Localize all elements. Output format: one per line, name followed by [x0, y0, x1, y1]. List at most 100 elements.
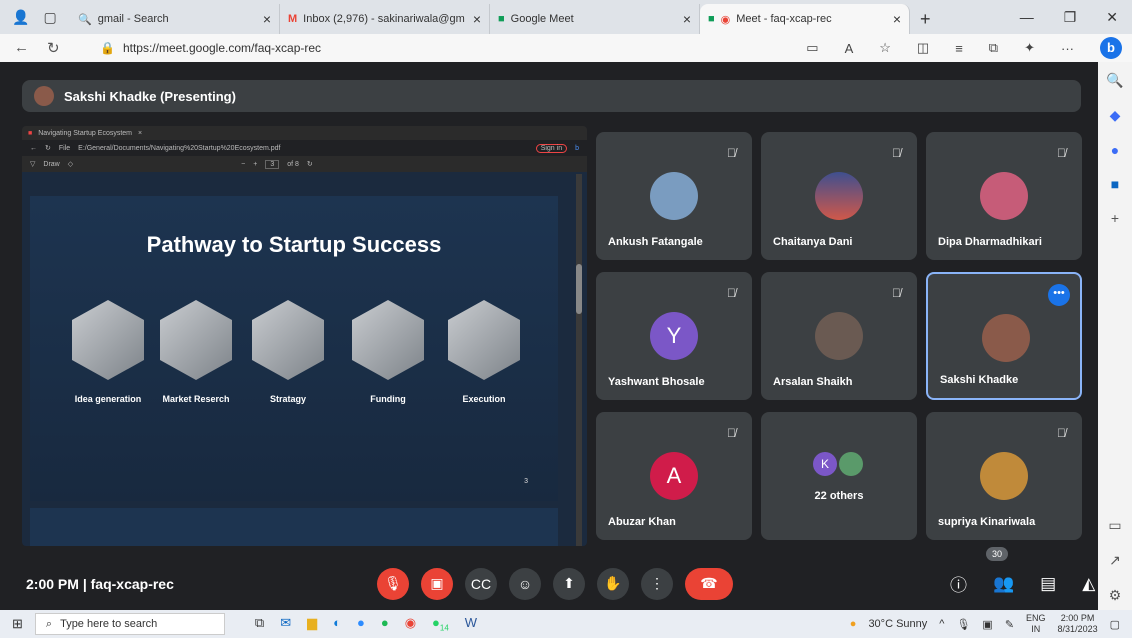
close-icon[interactable]: × [683, 11, 691, 27]
word-icon[interactable]: W [465, 615, 477, 633]
close-icon[interactable]: × [473, 11, 481, 27]
mic-toggle-button[interactable]: 🎙 [377, 567, 409, 600]
slide-page-number: 3 [524, 478, 528, 485]
tab-title: Meet - faq-xcap-rec [736, 13, 832, 25]
pen-icon[interactable]: ✎ [1005, 618, 1014, 631]
scroll-thumb [576, 264, 582, 314]
mic-muted-icon: 🎙̸ [727, 426, 736, 440]
hex-image-strategy [252, 300, 324, 380]
avatar [839, 452, 863, 476]
others-tile[interactable]: K 22 others [761, 412, 917, 540]
clock-date: 8/31/2023 [1057, 624, 1098, 634]
taskbar-search[interactable]: ⌕ Type here to search [34, 613, 225, 635]
whatsapp-badge: 14 [439, 623, 449, 633]
refresh-icon[interactable]: ↻ [47, 39, 60, 57]
slide: Pathway to Startup Success Idea generati… [30, 196, 558, 501]
tab-title: gmail - Search [97, 13, 169, 25]
bing-icon[interactable]: b [1100, 37, 1122, 59]
leave-call-button[interactable]: ☎ [685, 567, 733, 600]
favorite-icon[interactable]: ☆ [879, 40, 891, 56]
minimize-button[interactable]: — [1020, 9, 1034, 25]
participant-tile[interactable]: 🎙̸ Arsalan Shaikh [761, 272, 917, 400]
participant-tile-active[interactable]: ••• Sakshi Khadke [926, 272, 1082, 400]
favorites-icon[interactable]: ≡ [955, 41, 963, 56]
mail-icon[interactable]: ✉ [280, 615, 291, 633]
captions-button[interactable]: CC [465, 567, 497, 600]
activities-icon[interactable]: ◭ [1082, 574, 1095, 594]
outlook-icon[interactable]: ■ [1111, 176, 1119, 192]
participant-tile[interactable]: 🎙̸ Ankush Fatangale [596, 132, 752, 260]
tab-meet-active[interactable]: ■ ◉ Meet - faq-xcap-rec × [700, 4, 910, 34]
browser-toolbar: ▭ A ☆ ◫ ≡ ⧉ ✦ ··· b [806, 37, 1132, 59]
settings-icon[interactable]: ⚙ [1109, 587, 1122, 604]
more-icon[interactable]: ··· [1061, 41, 1074, 56]
participant-tile[interactable]: 🎙̸ supriya Kinariwala [926, 412, 1082, 540]
emoji-button[interactable]: ☺ [509, 567, 541, 600]
weather-icon[interactable]: ● [850, 618, 857, 630]
zoom-icon[interactable]: ● [357, 615, 365, 633]
tab-gmail-inbox[interactable]: M Inbox (2,976) - sakinariwala@gm × [280, 4, 490, 34]
tools-icon[interactable]: ● [1111, 142, 1119, 158]
people-icon[interactable]: 👥 [993, 574, 1014, 594]
language-indicator[interactable]: ENG IN [1026, 613, 1046, 635]
taskbar-clock[interactable]: 2:00 PM 8/31/2023 [1058, 613, 1098, 635]
file-explorer-icon[interactable]: ▆ [307, 615, 317, 633]
close-icon[interactable]: × [263, 11, 271, 27]
sidebar-bottom: ▭ ↗ ⚙ [1108, 517, 1121, 610]
chat-icon[interactable]: ▤ [1040, 574, 1056, 594]
chrome-icon[interactable]: ◉ [405, 615, 416, 633]
windows-start-icon[interactable]: ⊞ [12, 616, 23, 632]
meeting-control-bar: 2:00 PM | faq-xcap-rec 🎙 ▣ CC ☺ ⬆ ✋ ⋮ ☎ … [0, 547, 1098, 610]
collections-icon[interactable]: ⧉ [989, 40, 998, 56]
task-view-icon[interactable]: ⧉ [255, 615, 264, 633]
pdf-tab-title: Navigating Startup Ecosystem [38, 129, 132, 137]
meeting-side-controls: ⓘ 👥 ▤ ◭ [950, 571, 1095, 596]
participant-tile[interactable]: 🎙̸ Y Yashwant Bhosale [596, 272, 752, 400]
present-button[interactable]: ⬆ [553, 567, 585, 600]
weather-text[interactable]: 30°C Sunny [868, 618, 927, 630]
call-controls: 🎙 ▣ CC ☺ ⬆ ✋ ⋮ ☎ [377, 567, 733, 600]
clock-time: 2:00 PM [1060, 613, 1095, 623]
profile-icon[interactable]: 👤 [12, 9, 29, 26]
avatar: A [650, 452, 698, 500]
camera-toggle-button[interactable]: ▣ [421, 567, 453, 600]
chevron-up-icon[interactable]: ^ [939, 618, 944, 630]
participant-tile[interactable]: 🎙̸ Dipa Dharmadhikari [926, 132, 1082, 260]
search-icon[interactable]: 🔍 [1106, 72, 1123, 89]
read-aloud-icon[interactable]: A [845, 41, 854, 56]
close-window-button[interactable]: ✕ [1106, 9, 1118, 26]
more-options-button[interactable]: ⋮ [641, 567, 673, 600]
info-icon[interactable]: ⓘ [950, 571, 967, 596]
new-tab-button[interactable]: + [910, 4, 941, 34]
tab-actions-icon[interactable]: ▢ [43, 9, 56, 26]
close-icon[interactable]: × [893, 11, 901, 27]
cast-icon[interactable]: ▭ [806, 40, 818, 56]
mic-icon[interactable]: 🎙 [956, 618, 970, 631]
avatar [980, 172, 1028, 220]
tab-gmail-search[interactable]: 🔍 gmail - Search × [70, 4, 280, 34]
hex-image-idea [72, 300, 144, 380]
presenter-label: Sakshi Khadke (Presenting) [64, 88, 236, 104]
split-icon[interactable]: ▭ [1108, 517, 1121, 534]
whatsapp-icon[interactable]: ●14 [432, 615, 449, 633]
back-icon[interactable]: ← [14, 39, 29, 57]
more-options-icon[interactable]: ••• [1048, 284, 1070, 306]
split-screen-icon[interactable]: ◫ [917, 40, 929, 56]
participant-tile[interactable]: 🎙̸ A Abuzar Khan [596, 412, 752, 540]
network-icon[interactable]: ▣ [982, 618, 992, 631]
raise-hand-button[interactable]: ✋ [597, 567, 629, 600]
spotify-icon[interactable]: ● [381, 615, 389, 633]
close-icon: × [138, 129, 143, 137]
notification-icon[interactable]: ▢ [1110, 618, 1120, 631]
address-bar[interactable]: 🔒 https://meet.google.com/faq-xcap-rec [100, 41, 321, 55]
add-icon[interactable]: + [1111, 210, 1119, 226]
edge-icon[interactable]: ◐ [333, 615, 341, 633]
participant-name: Yashwant Bhosale [608, 376, 705, 388]
tab-google-meet[interactable]: ■ Google Meet × [490, 4, 700, 34]
separator: | [82, 575, 91, 592]
extensions-icon[interactable]: ✦ [1024, 40, 1035, 56]
tag-icon[interactable]: ◆ [1110, 107, 1121, 124]
restore-button[interactable]: ❐ [1064, 9, 1077, 26]
external-icon[interactable]: ↗ [1109, 552, 1121, 569]
participant-tile[interactable]: 🎙̸ Chaitanya Dani [761, 132, 917, 260]
